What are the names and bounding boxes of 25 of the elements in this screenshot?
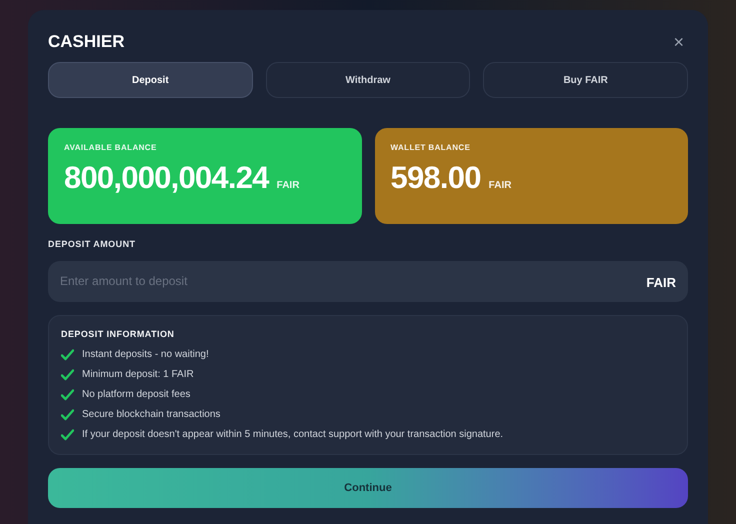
info-title: DEPOSIT INFORMATION (61, 328, 176, 340)
tab[interactable]: Deposit (48, 62, 253, 98)
check-icon (61, 348, 74, 360)
info-item: No platform deposit fees (82, 388, 190, 402)
info-item: Instant deposits - no waiting! (82, 348, 209, 362)
currency-label: FAIR (646, 274, 676, 292)
currency-label: FAIR (488, 179, 512, 193)
balance-amount: 800,000,004.24 (64, 162, 269, 193)
balance-amount: 598.00 (390, 162, 481, 193)
continue-button[interactable]: Continue (48, 468, 688, 508)
balance-label: AVAILABLE BALANCE (64, 142, 158, 154)
tab[interactable]: Withdraw (266, 62, 470, 98)
balance-label: WALLET BALANCE (390, 142, 472, 154)
dialog-title: CASHIER (48, 31, 125, 54)
check-icon (61, 428, 74, 440)
check-icon (61, 408, 74, 420)
currency-label: FAIR (276, 179, 300, 193)
check-icon (61, 388, 74, 400)
check-icon (61, 368, 74, 380)
tab[interactable]: Buy FAIR (483, 62, 688, 98)
field-label: DEPOSIT AMOUNT (48, 238, 136, 251)
info-item: If your deposit doesn't appear within 5 minutes, contact support with your transaction signature. (82, 428, 504, 442)
close-button[interactable]: × (673, 33, 684, 51)
info-item: Minimum deposit: 1 FAIR (82, 368, 194, 382)
info-item: Secure blockchain transactions (82, 408, 220, 422)
